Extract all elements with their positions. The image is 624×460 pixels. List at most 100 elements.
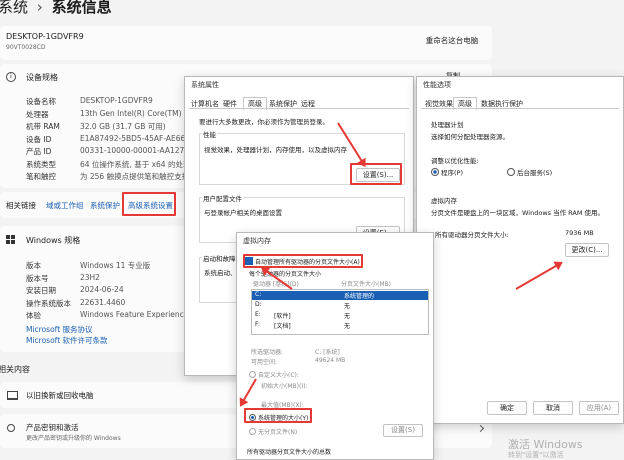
drive-letter: D: — [255, 301, 262, 308]
user-profiles-label: 用户配置文件 — [202, 193, 243, 203]
device-model: 90VT0028CD — [6, 44, 46, 51]
product-key-title: 产品密钥和激活 — [26, 423, 79, 432]
drive-row[interactable]: F: [文档] 无 — [252, 321, 428, 330]
available-space-label: 可用空间: — [251, 359, 278, 366]
drive-paging-size: 无 — [344, 323, 351, 330]
user-profiles-desc: 与登录帐户相关的桌面设置 — [204, 209, 282, 217]
initial-size-label: 初始大小(MB)(I): — [261, 383, 308, 390]
selected-drive-label: 所选驱动器: — [251, 349, 284, 356]
drive-label: [文档] — [274, 323, 291, 330]
set-button[interactable]: 设置(S) — [383, 424, 423, 437]
available-space-value: 49624 MB — [315, 357, 346, 364]
drive-row[interactable]: E: [软件] 无 — [252, 311, 428, 320]
spec-key: 设备名称 — [26, 97, 56, 106]
selected-drive-value: C: [系统] — [315, 349, 340, 356]
performance-options-dialog: 性能选项 视觉效果 高级 数据执行保护 处理器计划 选择如何分配处理器资源。 调… — [416, 76, 624, 424]
breadcrumb-parent[interactable]: 系统 — [0, 0, 28, 16]
drive-letter: C: — [255, 291, 262, 298]
domain-workgroup-link[interactable]: 域或工作组 — [46, 200, 84, 211]
admin-note: 要进行大多数更改，你必须作为管理员登录。 — [199, 118, 329, 126]
no-paging-label: 无分页文件(N) — [258, 429, 298, 436]
spec-key: 系统类型 — [26, 159, 56, 169]
radio-custom-size[interactable] — [249, 371, 256, 378]
windows-spec-header: Windows 规格 — [26, 236, 81, 245]
system-protection-link[interactable]: 系统保护 — [90, 200, 120, 211]
windows-logo-icon — [6, 235, 15, 244]
highlight-settings-button — [350, 163, 402, 185]
drive-row[interactable]: D: 无 — [252, 301, 428, 310]
performance-group-label: 性能 — [202, 129, 217, 139]
related-content-header: 相关内容 — [0, 365, 30, 374]
tab-divider — [189, 108, 409, 109]
custom-size-label: 自定义大小(C): — [258, 372, 299, 379]
radio-no-paging[interactable] — [249, 428, 256, 435]
system-properties-title: 系统属性 — [191, 81, 219, 89]
spec-key: 笔和触控 — [26, 172, 56, 181]
spec-value: 为 256 触摸点提供笔和触控支持 — [80, 172, 190, 181]
device-name: DESKTOP-1GDVFR9 — [6, 32, 84, 41]
virtual-memory-title: 虚拟内存 — [243, 237, 271, 245]
windows-spec-value: 2024-06-24 — [80, 285, 124, 294]
device-card: DESKTOP-1GDVFR9 90VT0028CD 重命名这台电脑 — [0, 26, 492, 60]
breadcrumb-current: 系统信息 — [51, 0, 112, 16]
virtual-memory-label: 虚拟内存 — [431, 197, 457, 205]
windows-spec-key: 安装日期 — [26, 286, 56, 295]
spec-value: 32.0 GB (31.7 GB 可用) — [80, 122, 166, 131]
ms-license-terms-link[interactable]: Microsoft 软件许可条款 — [26, 335, 108, 346]
drive-paging-size: 无 — [344, 313, 351, 320]
highlight-advanced-settings — [122, 192, 176, 216]
radio-background-services[interactable] — [507, 168, 515, 176]
device-specs-header: 设备规格 — [26, 73, 58, 82]
drive-label: [软件] — [274, 313, 291, 320]
page-title: 系统 › 系统信息 — [0, 0, 112, 17]
spec-value: DESKTOP-1GDVFR9 — [80, 96, 153, 105]
drive-letter: E: — [255, 311, 261, 318]
virtual-memory-desc: 分页文件是硬盘上的一块区域，Windows 当作 RAM 使用。 — [431, 209, 605, 217]
chevron-right-icon — [476, 424, 485, 433]
processor-scheduling-label: 处理器计划 — [431, 121, 464, 129]
processor-scheduling-desc: 选择如何分配处理器资源。 — [431, 133, 509, 141]
windows-spec-key: 操作系统版本 — [26, 298, 71, 308]
drive-paging-size: 系统管理的 — [344, 293, 375, 300]
total-paging-label: 所有驱动器分页文件大小的总数 — [247, 449, 332, 456]
apply-button[interactable]: 应用(A) — [579, 401, 619, 415]
spec-key: 处理器 — [26, 109, 49, 119]
info-icon: i — [6, 72, 16, 82]
drive-row[interactable]: C: 系统管理的 — [252, 291, 428, 300]
spec-key: 设备 ID — [26, 134, 52, 144]
rename-button[interactable]: 重命名这台电脑 — [416, 35, 488, 47]
spec-value: 00331-10000-00001-AA127 — [80, 146, 185, 155]
adjust-performance-label: 调整以优化性能: — [431, 157, 479, 165]
radio-program-label: 程序(P) — [441, 169, 463, 177]
windows-spec-value: 23H2 — [80, 272, 100, 282]
drive-paging-size: 无 — [344, 303, 351, 310]
windows-spec-key: 体验 — [26, 311, 41, 320]
drive-letter: F: — [255, 321, 261, 328]
key-icon — [7, 424, 15, 432]
windows-spec-value: Windows 11 专业版 — [80, 261, 151, 270]
windows-spec-key: 版本 — [26, 261, 41, 270]
activation-watermark-line2: 转到"设置"以激活 — [508, 451, 564, 459]
windows-spec-key: 版本号 — [26, 273, 49, 283]
windows-spec-value: 22631.4460 — [80, 297, 126, 307]
size-column-header: 分页文件大小(MB) — [341, 281, 391, 288]
laptop-icon — [7, 391, 18, 400]
cancel-button[interactable]: 取消 — [533, 401, 573, 415]
change-button[interactable]: 更改(C)... — [565, 243, 609, 257]
related-links-label: 相关链接 — [6, 201, 36, 210]
drive-column-header: 驱动器 [卷标](D) — [253, 281, 299, 288]
radio-background-services-label: 后台服务(S) — [517, 169, 553, 177]
product-key-sub: 更改产品密钥或升级你的 Windows — [26, 435, 121, 442]
ms-services-agreement-link[interactable]: Microsoft 服务协议 — [26, 324, 93, 335]
drive-list[interactable]: C: 系统管理的 D: 无 E: [软件] 无 F: [文档] 无 — [251, 289, 429, 335]
breadcrumb-separator: › — [36, 0, 43, 16]
paging-total-value: 7936 MB — [565, 229, 594, 237]
perf-tab-divider — [421, 108, 619, 109]
performance-desc: 视觉效果，处理器计划，内存使用，以及虚拟内存 — [204, 146, 347, 154]
radio-program[interactable] — [431, 168, 439, 176]
highlight-system-managed — [244, 408, 312, 423]
ok-button[interactable]: 确定 — [487, 401, 527, 415]
paging-total-label: 所有驱动器分页文件大小: — [435, 231, 509, 239]
spec-value: 64 位操作系统, 基于 x64 的处理器 — [80, 159, 198, 169]
trade-in-label: 以旧换新或回收电脑 — [26, 391, 94, 400]
